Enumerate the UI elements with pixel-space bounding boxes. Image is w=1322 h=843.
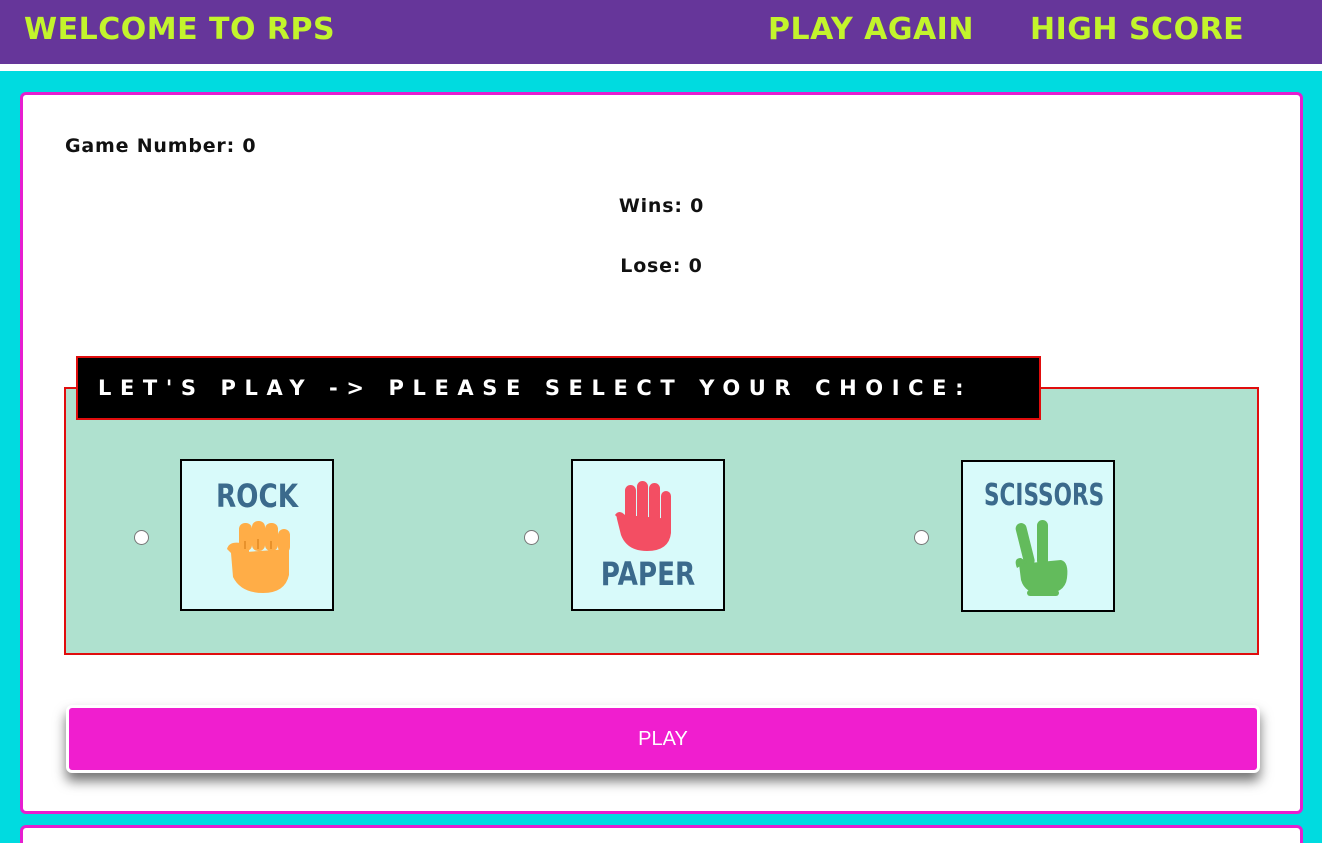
play-again-link[interactable]: PLAY AGAIN	[768, 12, 974, 47]
open-hand-icon	[615, 481, 671, 551]
game-card: Game Number: 0 Wins: 0 Lose: 0 ROCK PAPE…	[20, 92, 1303, 814]
fist-icon	[227, 521, 290, 593]
choice-legend: LET'S PLAY -> PLEASE SELECT YOUR CHOICE:	[76, 356, 1041, 420]
paper-radio[interactable]	[524, 530, 539, 545]
top-navbar: WELCOME TO RPS PLAY AGAIN HIGH SCORE	[0, 0, 1322, 65]
navbar-divider	[0, 65, 1322, 71]
choice-fieldset: ROCK PAPER SCISSORS	[64, 387, 1259, 655]
wins-text: Wins: 0	[618, 195, 705, 217]
scissors-label: SCISSORS	[984, 478, 1105, 513]
rock-radio[interactable]	[134, 530, 149, 545]
lose-text: Lose: 0	[620, 255, 703, 277]
two-fingers-icon	[1015, 520, 1068, 596]
paper-label: PAPER	[600, 555, 696, 593]
scissors-option-image[interactable]: SCISSORS	[961, 460, 1115, 612]
brand-title: WELCOME TO RPS	[24, 12, 336, 47]
rock-option-image[interactable]: ROCK	[180, 459, 334, 611]
rock-label: ROCK	[215, 477, 299, 515]
paper-option-image[interactable]: PAPER	[571, 459, 725, 611]
game-number-text: Game Number: 0	[65, 135, 257, 157]
high-score-link[interactable]: HIGH SCORE	[1030, 12, 1244, 47]
scissors-radio[interactable]	[914, 530, 929, 545]
play-button[interactable]: PLAY	[66, 705, 1260, 773]
results-card	[20, 825, 1303, 843]
